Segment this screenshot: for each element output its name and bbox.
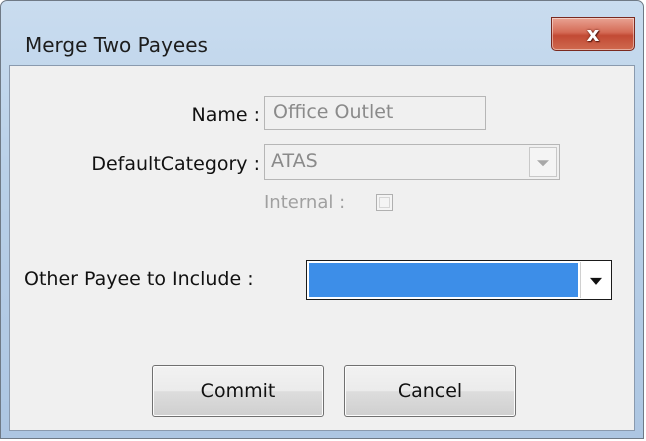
close-icon: x <box>586 22 600 46</box>
other-payee-label: Other Payee to Include : <box>24 268 254 290</box>
chevron-down-icon <box>537 160 549 167</box>
other-payee-selection <box>309 263 578 297</box>
name-field[interactable]: Office Outlet <box>264 96 486 130</box>
name-label: Name : <box>191 104 261 126</box>
default-category-dropdown-button[interactable] <box>529 147 557 177</box>
close-button[interactable]: x <box>551 17 635 51</box>
chevron-down-icon <box>589 277 602 285</box>
internal-label: Internal : <box>264 192 346 213</box>
default-category-label: DefaultCategory : <box>91 153 260 175</box>
window-title: Merge Two Payees <box>25 33 208 57</box>
title-bar[interactable]: Merge Two Payees x <box>1 1 643 61</box>
other-payee-select[interactable] <box>306 260 612 300</box>
default-category-select[interactable]: ATAS <box>264 144 560 180</box>
default-category-value: ATAS <box>271 150 318 172</box>
commit-button[interactable]: Commit <box>152 365 324 417</box>
other-payee-dropdown-button[interactable] <box>580 262 610 298</box>
merge-payees-dialog: Merge Two Payees x Name : Office Outlet … <box>0 0 644 439</box>
cancel-button[interactable]: Cancel <box>344 365 516 417</box>
dialog-body: Name : Office Outlet DefaultCategory : A… <box>9 65 635 431</box>
internal-checkbox[interactable] <box>376 194 393 211</box>
